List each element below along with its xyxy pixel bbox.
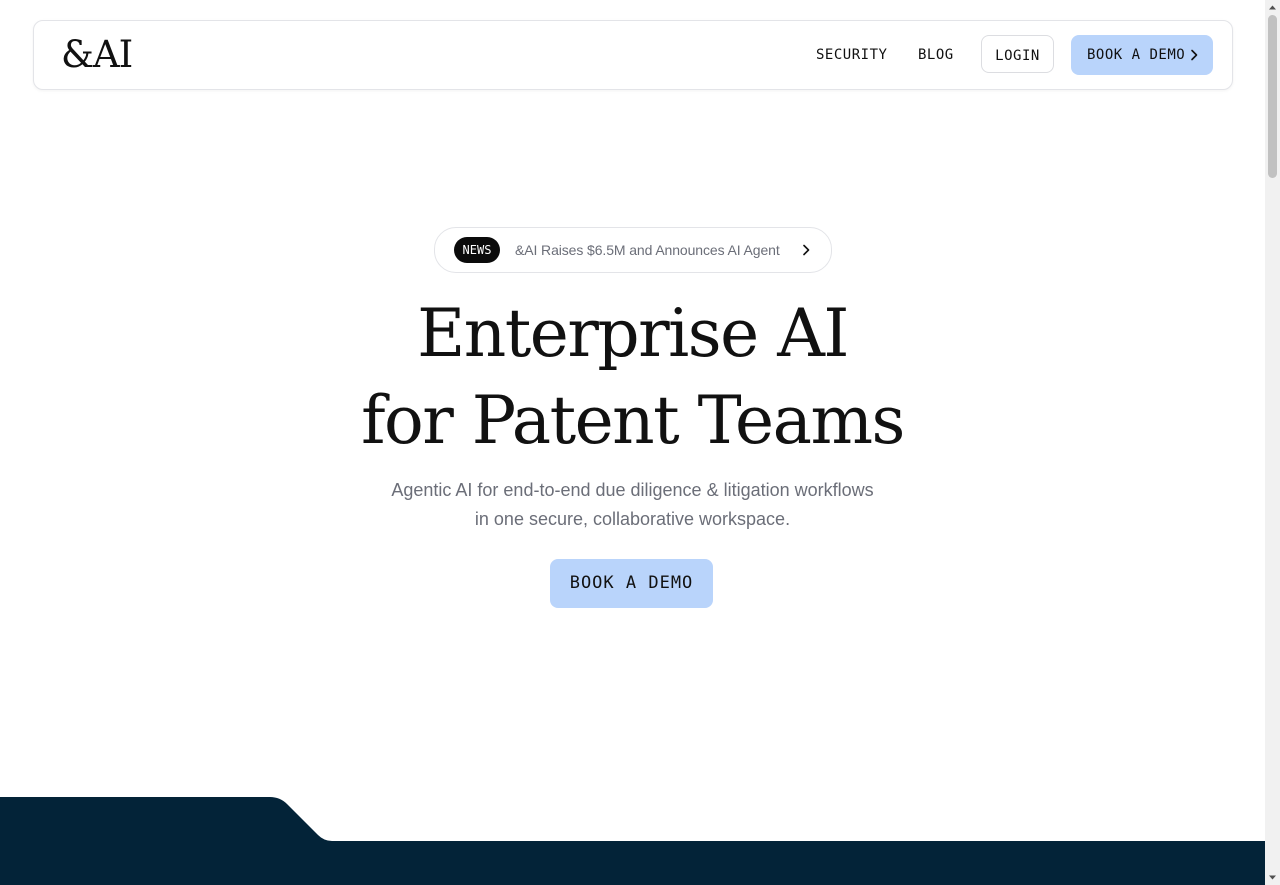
scroll-down-arrow-icon[interactable] — [1265, 870, 1280, 885]
scrollbar-thumb[interactable] — [1268, 15, 1277, 178]
dark-section-shape — [0, 797, 1265, 885]
book-demo-hero-button[interactable]: BOOK A DEMO — [550, 559, 713, 608]
page: &AI SECURITY BLOG LOGIN BOOK A DEMO NEWS… — [0, 0, 1265, 885]
logo[interactable]: &AI — [61, 35, 133, 75]
scroll-up-arrow-icon[interactable] — [1265, 0, 1280, 15]
hero-subtitle-line-2: in one secure, collaborative workspace. — [474, 509, 791, 529]
book-demo-nav-button[interactable]: BOOK A DEMO — [1071, 35, 1213, 75]
nav-link-security[interactable]: SECURITY — [816, 45, 887, 65]
news-pill[interactable]: NEWS &AI Raises $6.5M and Announces AI A… — [434, 227, 832, 273]
news-text: &AI Raises $6.5M and Announces AI Agent — [515, 242, 780, 258]
news-badge: NEWS — [454, 237, 500, 263]
nav-link-blog[interactable]: BLOG — [918, 45, 954, 65]
hero-title-line-1: Enterprise AI — [417, 295, 849, 372]
chevron-right-icon — [803, 244, 810, 256]
vertical-scrollbar[interactable] — [1265, 0, 1280, 885]
hero-subtitle: Agentic AI for end-to-end due diligence … — [0, 476, 1265, 534]
hero-title-line-2: for Patent Teams — [361, 382, 905, 459]
hero-title: Enterprise AI for Patent Teams — [0, 290, 1265, 464]
top-nav: &AI SECURITY BLOG LOGIN BOOK A DEMO — [33, 20, 1233, 90]
chevron-right-icon — [1191, 49, 1198, 61]
hero-subtitle-line-1: Agentic AI for end-to-end due diligence … — [391, 480, 874, 500]
login-button[interactable]: LOGIN — [981, 35, 1054, 73]
book-demo-nav-label: BOOK A DEMO — [1087, 47, 1186, 63]
